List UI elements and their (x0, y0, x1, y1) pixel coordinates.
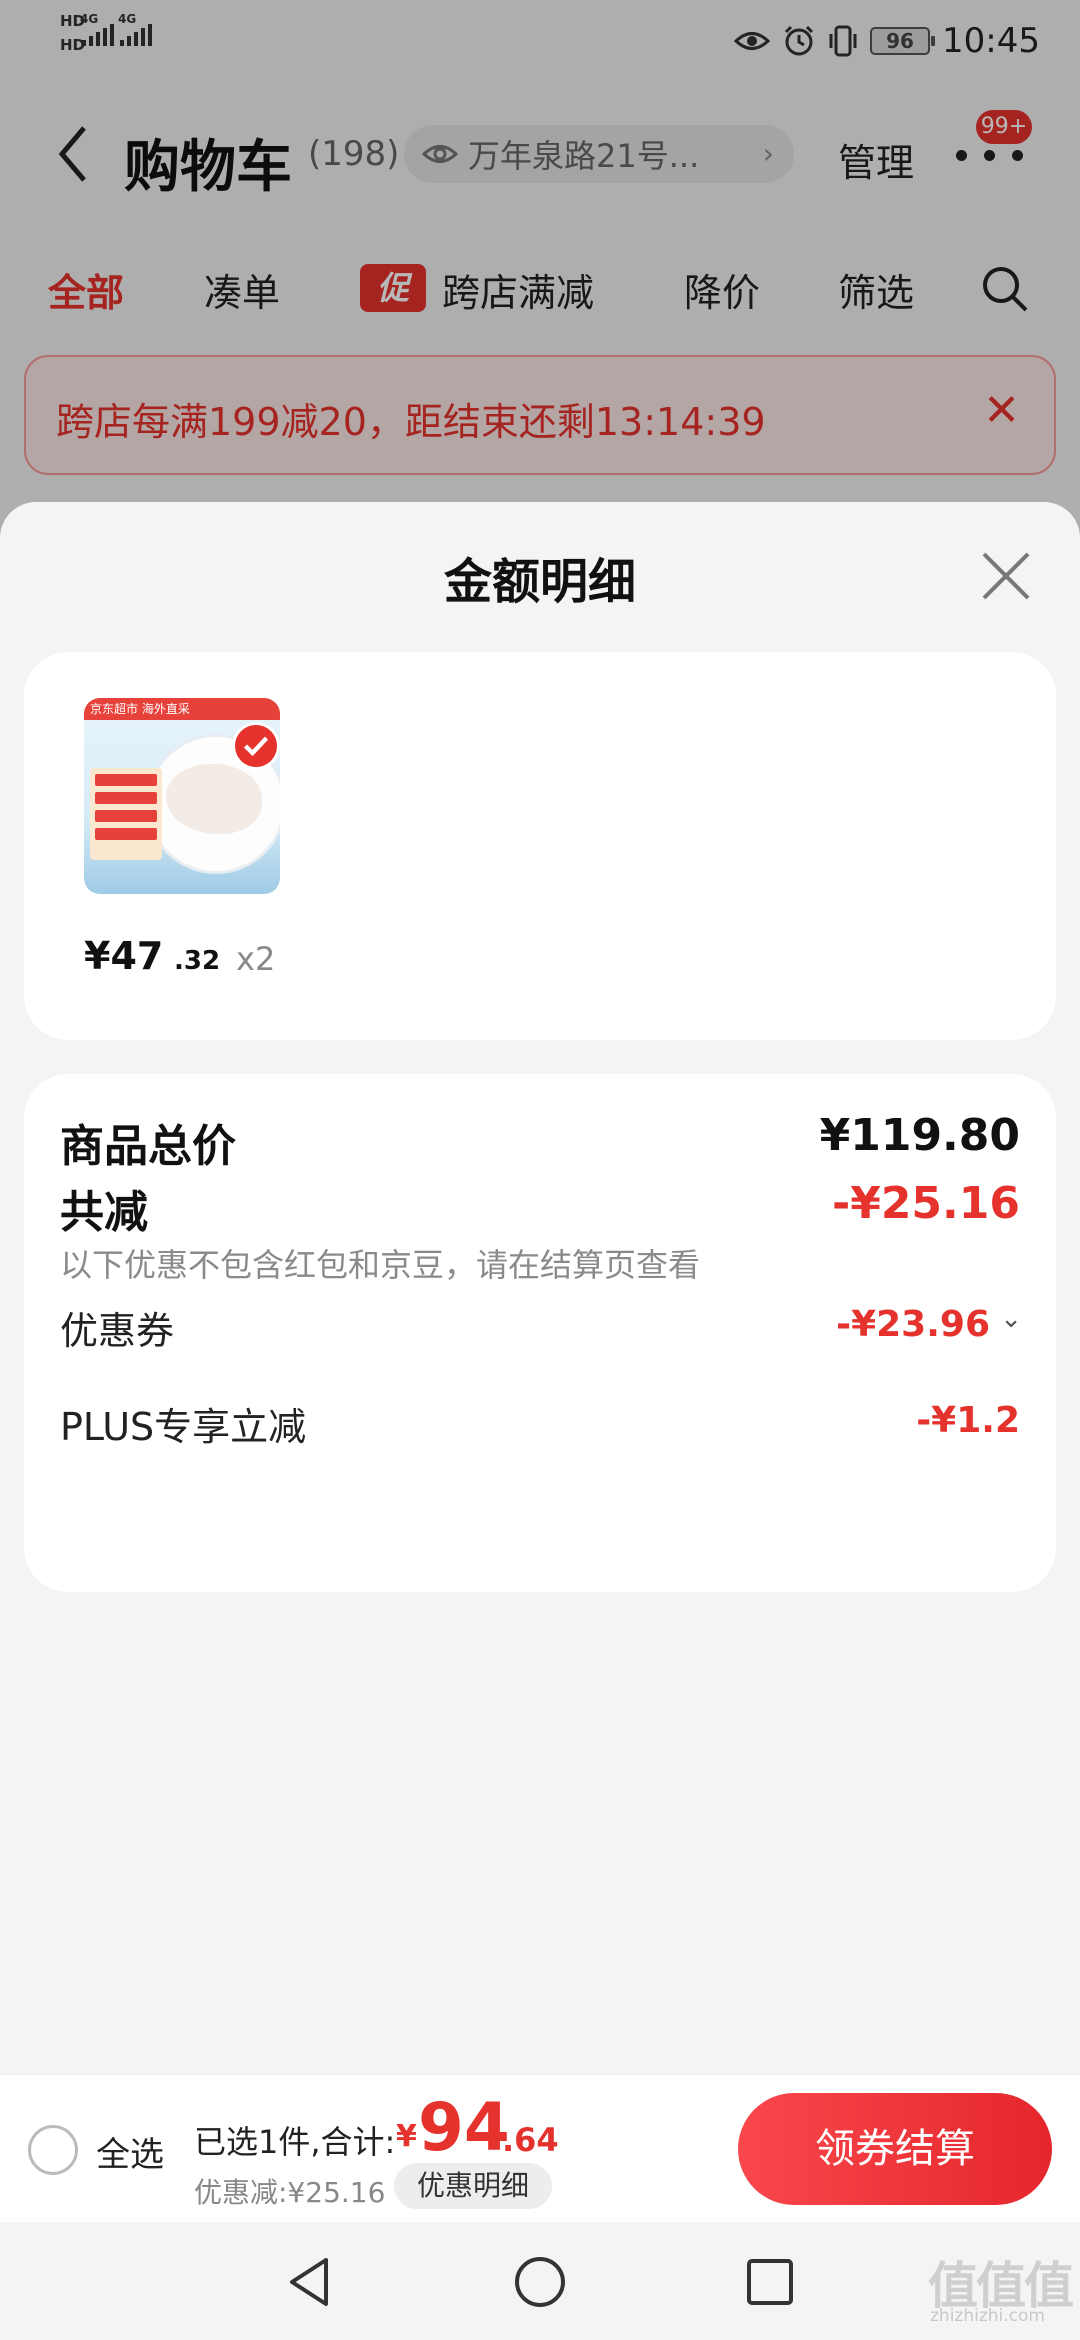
product-card: 京东超市 海外直采 ¥47 .32 x2 (24, 652, 1056, 1040)
chevron-down-icon[interactable]: ⌄ (1000, 1304, 1022, 1334)
product-label-image (90, 768, 162, 860)
total-price-label: 商品总价 (60, 1121, 236, 1172)
product-quantity: x2 (236, 940, 276, 978)
product-price-decimal: .32 (174, 946, 221, 976)
checkout-bar: 全选 已选1件,合计: ¥ 94 .64 优惠减:¥25.16 优惠明细 领券结… (0, 2074, 1080, 2222)
total-amount-decimal: .64 (502, 2121, 559, 2159)
plus-discount-label: PLUS专享立减 (60, 1405, 307, 1449)
total-currency: ¥ (396, 2119, 417, 2154)
price-summary-card: 商品总价 ¥119.80 共减 -¥25.16 以下优惠不包含红包和京豆，请在结… (24, 1074, 1056, 1592)
checkout-button[interactable]: 领券结算 (738, 2093, 1052, 2205)
discount-note: 以下优惠不包含红包和京豆，请在结算页查看 (60, 1246, 701, 1284)
close-icon[interactable] (980, 550, 1032, 602)
select-all-label[interactable]: 全选 (96, 2127, 164, 2176)
amount-detail-sheet: 金额明细 京东超市 海外直采 ¥47 .32 x2 商品总价 ¥119.80 共… (0, 502, 1080, 2074)
coupon-label: 优惠券 (60, 1309, 175, 1353)
discount-detail-button[interactable]: 优惠明细 (394, 2163, 552, 2209)
checked-icon (232, 722, 280, 770)
thumbnail-banner: 京东超市 海外直采 (84, 698, 280, 720)
modal-overlay[interactable] (0, 0, 1080, 540)
product-thumbnail[interactable]: 京东超市 海外直采 (84, 698, 280, 894)
selected-summary: 已选1件,合计: (194, 2123, 396, 2161)
select-all-radio[interactable] (28, 2125, 78, 2175)
plus-discount-value: -¥1.2 (916, 1400, 1020, 1441)
sheet-title: 金额明细 (443, 554, 636, 610)
total-amount-integer: 94 (418, 2089, 510, 2166)
product-price-integer: ¥47 (84, 934, 164, 978)
discount-summary: 优惠减:¥25.16 (194, 2176, 386, 2209)
app-root: HD HD 4G 4G 96 10:45 购物车 (198) 万年泉路21号..… (0, 0, 1080, 2340)
coupon-value[interactable]: -¥23.96 (836, 1304, 990, 1345)
total-price-value: ¥119.80 (819, 1110, 1020, 1161)
nav-home-icon[interactable] (510, 2252, 570, 2312)
total-reduce-label: 共减 (60, 1187, 148, 1238)
watermark-site: zhizhizhi.com (930, 2306, 1045, 2326)
nav-recents-icon[interactable] (740, 2252, 800, 2312)
nav-back-icon[interactable] (280, 2252, 340, 2312)
total-reduce-value: -¥25.16 (831, 1178, 1020, 1229)
system-nav-bar (0, 2222, 1080, 2340)
